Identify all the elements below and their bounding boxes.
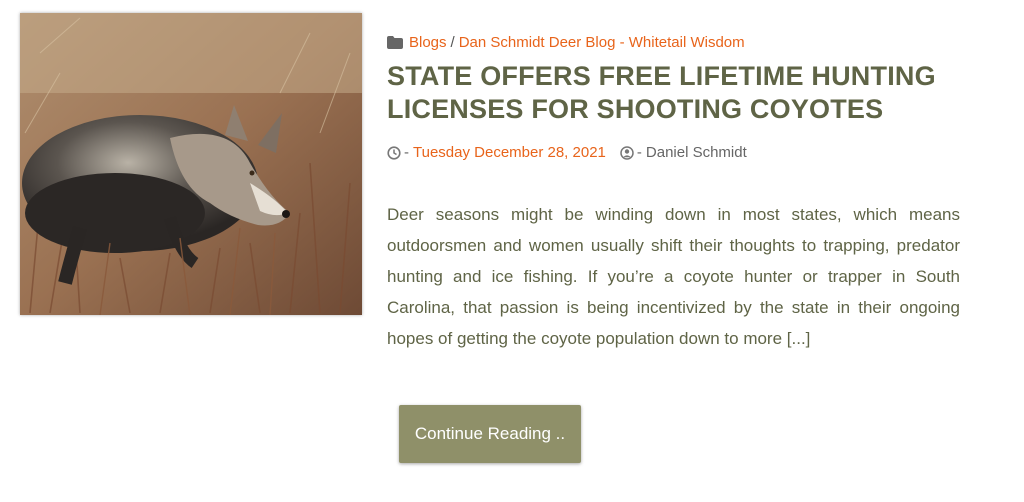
author-name: Daniel Schmidt [645,144,747,161]
post-meta: - Tuesday December 28, 2021 - Daniel Sch… [387,144,747,161]
category-link-dan-schmidt-deer-blog[interactable]: Dan Schmidt Deer Blog - Whitetail Wisdom [459,34,745,51]
category-link-blogs[interactable]: Blogs [409,34,447,51]
post-title[interactable]: STATE OFFERS FREE LIFETIME HUNTING LICEN… [387,60,987,126]
date-dash: - [404,144,409,161]
category-separator: / [450,34,455,51]
post-date-link[interactable]: Tuesday December 28, 2021 [413,144,606,161]
user-circle-icon [620,145,634,160]
author-dash: - [636,144,642,161]
post-thumbnail[interactable] [20,13,362,315]
clock-icon [387,145,401,160]
continue-reading-button[interactable]: Continue Reading .. [399,405,581,463]
post-excerpt: Deer seasons might be winding down in mo… [387,205,960,348]
coyote-photo [20,13,362,315]
folder-icon [387,36,403,49]
post-author: - Daniel Schmidt [620,144,747,161]
post-categories: Blogs / Dan Schmidt Deer Blog - Whitetai… [387,34,745,51]
